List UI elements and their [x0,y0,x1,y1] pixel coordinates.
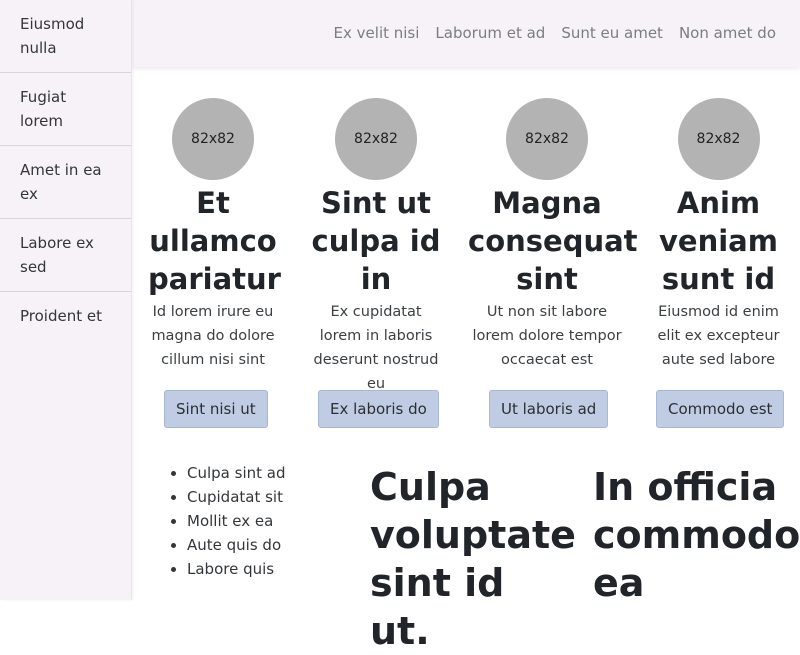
sidebar-item-fugiat-lorem[interactable]: Fugiat lorem [0,73,131,146]
top-navbar: Ex velit nisi Laborum et ad Sunt eu amet… [132,0,800,67]
card: 82x82 Et ullamco pariatur Id lorem irure… [148,98,281,372]
nav-link-sunt-eu-amet[interactable]: Sunt eu amet [561,22,663,44]
nav-link-ex-velit-nisi[interactable]: Ex velit nisi [334,22,420,44]
card: 82x82 Magna consequat sint Ut non sit la… [468,98,638,372]
list-item: Aute quis do [187,533,285,557]
card-text: Eiusmod id enim elit ex excepteur aute s… [657,304,780,368]
nav-link-laborum-et-ad[interactable]: Laborum et ad [435,22,545,44]
sidebar-item-proident-et[interactable]: Proident et [0,292,131,340]
card-button-commodo-est[interactable]: Commodo est [656,390,785,428]
card-title: Anim veniam sunt id [659,186,778,296]
card-text: Ut non sit labore lorem dolore tempor oc… [472,304,622,368]
sidebar-item-amet-in-ea-ex[interactable]: Amet in ea ex [0,146,131,219]
card-text: Id lorem irure eu magna do dolore cillum… [151,304,275,368]
avatar-placeholder: 82x82 [677,98,760,180]
sidebar-item-labore-ex-sed[interactable]: Labore ex sed [0,219,131,292]
section-heading-culpa: Culpa voluptate sint id ut. [370,465,576,653]
top-nav-links: Ex velit nisi Laborum et ad Sunt eu amet… [334,22,776,44]
list-item: Cupidatat sit [187,485,285,509]
card: 82x82 Sint ut culpa id in Ex cupidatat l… [308,98,444,396]
avatar-placeholder: 82x82 [506,98,588,180]
avatar-placeholder: 82x82 [335,98,417,180]
sidebar-item-eiusmod-nulla[interactable]: Eiusmod nulla [0,0,131,73]
card: 82x82 Anim veniam sunt id Eiusmod id eni… [652,98,785,372]
avatar-placeholder: 82x82 [172,98,254,180]
card-title: Sint ut culpa id in [311,186,441,296]
card-title: Et ullamco pariatur [148,186,281,296]
card-button-sint-nisi-ut[interactable]: Sint nisi ut [164,390,268,428]
bullet-list: Culpa sint ad Cupidatat sit Mollit ex ea… [187,461,285,581]
list-item: Culpa sint ad [187,461,285,485]
card-button-ex-laboris-do[interactable]: Ex laboris do [318,390,439,428]
list-item: Labore quis [187,557,285,581]
list-item: Mollit ex ea [187,509,285,533]
sidebar: Eiusmod nulla Fugiat lorem Amet in ea ex… [0,0,132,600]
nav-link-non-amet-do[interactable]: Non amet do [679,22,776,44]
card-text: Ex cupidatat lorem in laboris deserunt n… [313,304,439,392]
card-title: Magna consequat sint [468,186,638,296]
section-heading-in-officia: In officia commodo ea [593,465,800,605]
card-button-ut-laboris-ad[interactable]: Ut laboris ad [489,390,609,428]
